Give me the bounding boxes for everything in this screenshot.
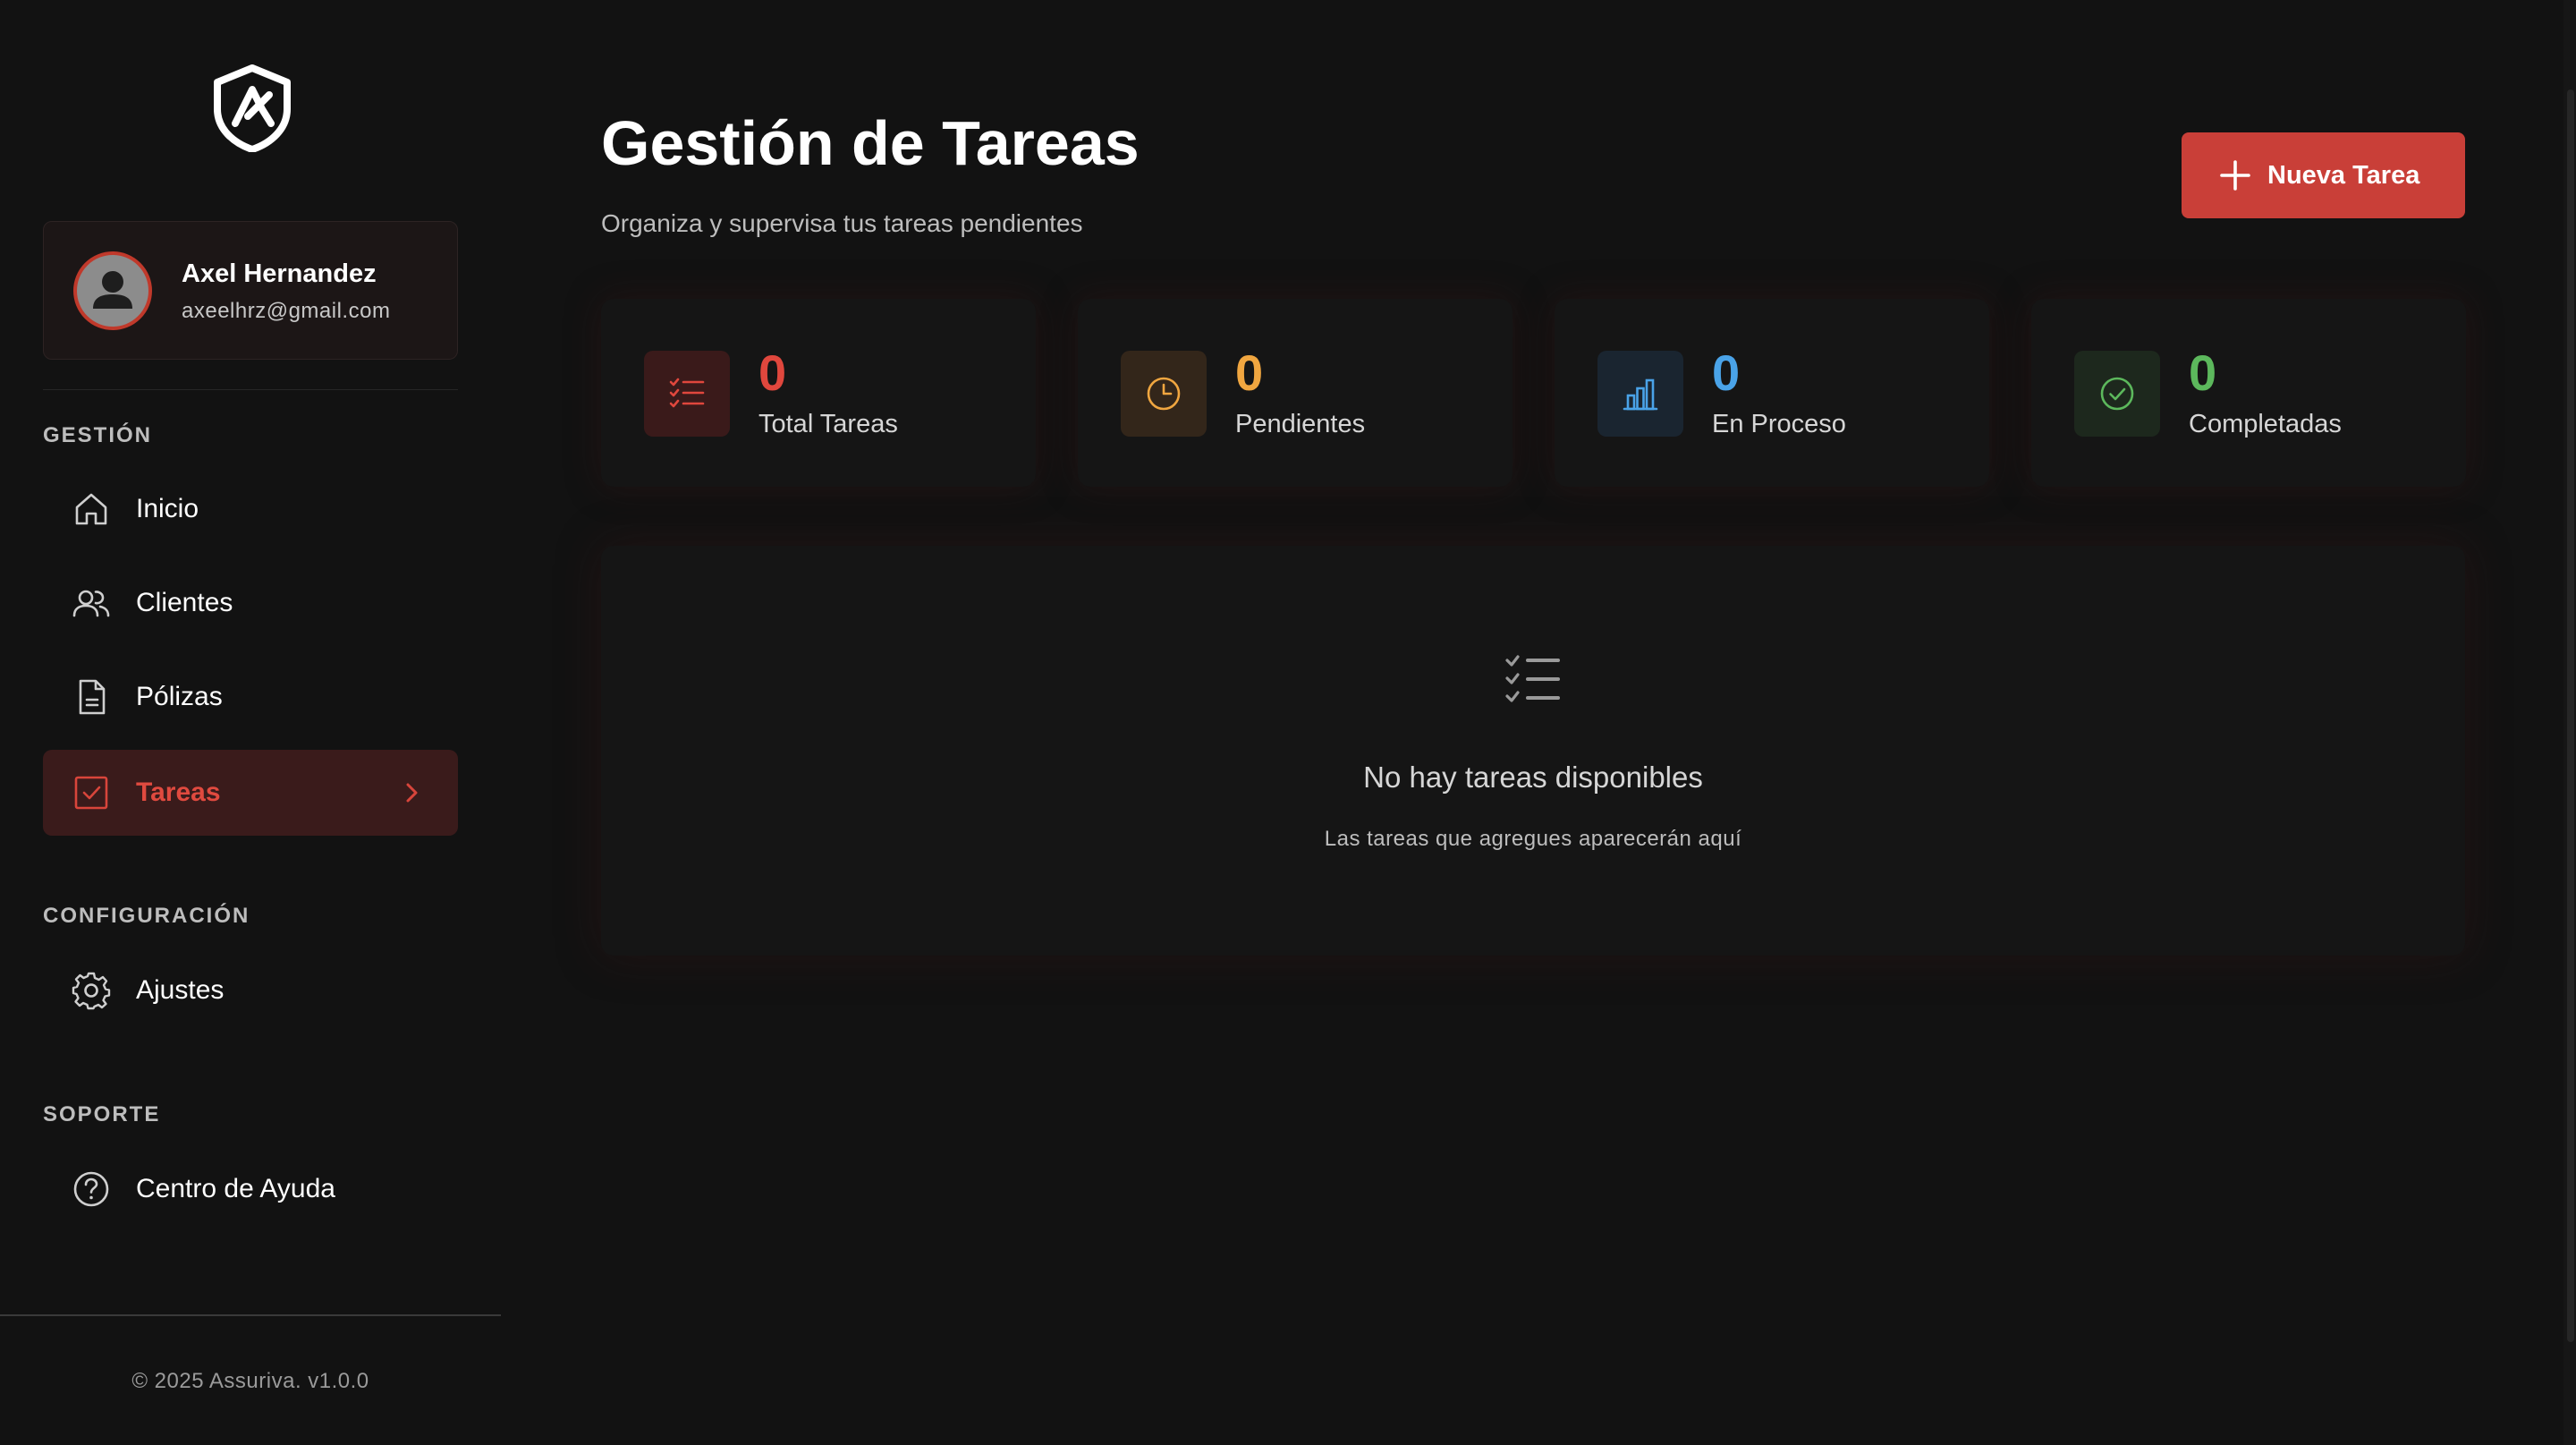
shield-logo-icon — [214, 64, 291, 153]
stat-card-pendientes: 0 Pendientes — [1078, 299, 1513, 487]
sidebar-item-tareas[interactable]: Tareas — [43, 750, 458, 836]
users-icon — [72, 590, 110, 617]
stat-value: 0 — [758, 344, 787, 401]
checkbox-icon — [74, 776, 108, 810]
sidebar-item-label: Ajustes — [136, 975, 225, 1005]
stat-icon-box — [2074, 351, 2160, 437]
stat-label: En Proceso — [1712, 410, 1846, 438]
page-title: Gestión de Tareas — [601, 108, 1140, 178]
sidebar-footer-divider — [0, 1314, 501, 1316]
sidebar-item-label: Clientes — [136, 588, 233, 617]
tasks-empty-state: No hay tareas disponibles Las tareas que… — [601, 546, 2465, 956]
stat-icon-box — [644, 351, 730, 437]
sidebar-divider — [43, 389, 458, 390]
copyright-text: © 2025 Assuriva. v1.0.0 — [131, 1369, 369, 1393]
stat-label: Completadas — [2189, 410, 2342, 438]
sidebar-item-inicio[interactable]: Inicio — [43, 466, 458, 552]
stat-icon-box — [1597, 351, 1683, 437]
empty-state-title: No hay tareas disponibles — [1363, 761, 1703, 794]
sidebar-item-label: Centro de Ayuda — [136, 1174, 335, 1203]
stat-value: 0 — [1235, 344, 1264, 401]
scrollbar-thumb[interactable] — [2567, 89, 2574, 1342]
new-task-button-label: Nueva Tarea — [2267, 161, 2420, 190]
clock-icon — [1147, 377, 1181, 411]
sidebar-item-label: Tareas — [136, 778, 221, 807]
scrollbar[interactable] — [2563, 0, 2576, 1445]
brand-logo[interactable] — [212, 64, 292, 153]
stat-card-total: 0 Total Tareas — [601, 299, 1036, 487]
task-list-icon — [669, 378, 705, 408]
stat-label: Total Tareas — [758, 410, 898, 438]
sidebar-item-centro-de-ayuda[interactable]: Centro de Ayuda — [43, 1146, 458, 1232]
bar-chart-icon — [1623, 378, 1658, 411]
user-profile-card[interactable]: Axel Hernandez axeelhrz@gmail.com — [43, 221, 458, 360]
app-root: Axel Hernandez axeelhrz@gmail.com GESTIÓ… — [0, 0, 2576, 1445]
user-silhouette-icon — [93, 271, 132, 309]
document-icon — [79, 679, 106, 715]
stat-label: Pendientes — [1235, 410, 1366, 438]
empty-task-list-icon — [1505, 655, 1560, 702]
section-label-configuracion: CONFIGURACIÓN — [43, 904, 250, 928]
user-email: axeelhrz@gmail.com — [182, 299, 391, 323]
chevron-right-icon — [406, 783, 418, 803]
section-label-gestion: GESTIÓN — [43, 423, 153, 447]
check-circle-icon — [2100, 377, 2134, 411]
section-label-soporte: SOPORTE — [43, 1102, 161, 1126]
sidebar-item-polizas[interactable]: Pólizas — [43, 654, 458, 740]
empty-state-subtitle: Las tareas que agregues aparecerán aquí — [1324, 827, 1742, 851]
avatar — [73, 251, 152, 330]
user-name: Axel Hernandez — [182, 259, 377, 288]
stat-card-en-proceso: 0 En Proceso — [1555, 299, 1989, 487]
stat-value: 0 — [2189, 344, 2217, 401]
plus-icon — [2220, 160, 2250, 191]
sidebar: Axel Hernandez axeelhrz@gmail.com GESTIÓ… — [0, 0, 501, 1445]
page-subtitle: Organiza y supervisa tus tareas pendient… — [601, 209, 1083, 237]
sidebar-item-ajustes[interactable]: Ajustes — [43, 948, 458, 1033]
sidebar-item-clientes[interactable]: Clientes — [43, 560, 458, 646]
sidebar-item-label: Inicio — [136, 494, 199, 523]
stat-card-completadas: 0 Completadas — [2031, 299, 2466, 487]
help-icon — [73, 1171, 109, 1207]
stat-icon-box — [1121, 351, 1207, 437]
new-task-button[interactable]: Nueva Tarea — [2182, 132, 2465, 218]
gear-icon — [72, 972, 111, 1010]
sidebar-item-label: Pólizas — [136, 682, 223, 711]
stat-value: 0 — [1712, 344, 1741, 401]
home-icon — [75, 493, 107, 525]
